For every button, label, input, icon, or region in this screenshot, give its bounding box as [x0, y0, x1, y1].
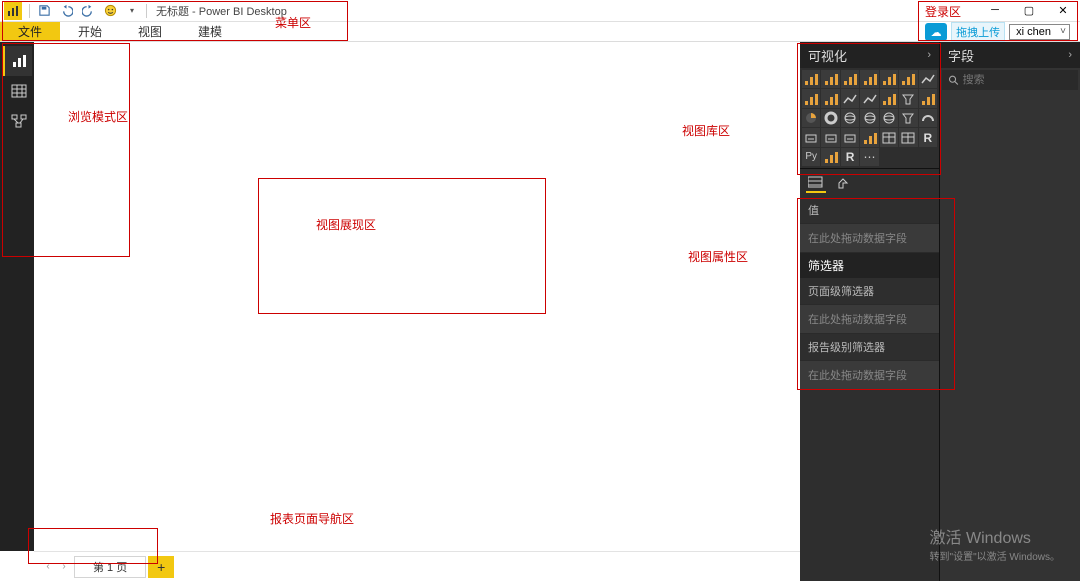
viz-r-visual-icon[interactable]: R [919, 128, 937, 146]
menu-file[interactable]: 文件 [0, 22, 60, 41]
viz-multi-row-card-icon[interactable] [821, 128, 839, 146]
viz-treemap-icon[interactable] [841, 109, 859, 127]
viz-matrix-icon[interactable] [899, 128, 917, 146]
viz-scatter-icon[interactable] [919, 89, 937, 107]
app-icon [4, 2, 22, 20]
viz-100-stacked-bar-icon[interactable] [880, 70, 898, 88]
page-filter-drop-well[interactable]: 在此处拖动数据字段 [800, 304, 939, 334]
page-next-button[interactable]: › [56, 556, 72, 578]
viz-kpi-icon[interactable] [841, 128, 859, 146]
fields-tab-icon[interactable] [806, 173, 826, 193]
viz-stacked-area-icon[interactable] [821, 89, 839, 107]
window-controls: ─ ▢ ✕ [978, 0, 1080, 20]
viz-format-tabs [800, 168, 939, 197]
anno-viewmode-label: 浏览模式区 [68, 108, 128, 125]
fields-header[interactable]: 字段 › [940, 42, 1080, 68]
anno-signin-label: 登录区 [925, 3, 961, 20]
undo-icon[interactable] [55, 1, 77, 21]
page-prev-button[interactable]: ‹ [40, 556, 56, 578]
chevron-right-icon: › [927, 49, 931, 61]
viz-area-icon[interactable] [802, 89, 820, 107]
search-icon [948, 74, 959, 86]
page-tab-1[interactable]: 第 1 页 [74, 556, 146, 578]
signin-area: ☁ 拖拽上传 xi chen [925, 22, 1070, 42]
viz-line-icon[interactable] [919, 70, 937, 88]
viz-waterfall-icon[interactable] [899, 89, 917, 107]
data-view-button[interactable] [2, 76, 32, 106]
menu-home[interactable]: 开始 [60, 22, 120, 41]
viz-table-icon[interactable] [880, 128, 898, 146]
page-tabs: ‹ › 第 1 页 + [34, 551, 800, 581]
anno-canvas-label: 视图展现区 [316, 216, 376, 233]
window-title: 无标题 - Power BI Desktop [156, 3, 287, 19]
close-button[interactable]: ✕ [1046, 0, 1080, 20]
anno-menu-label: 菜单区 [275, 14, 311, 31]
viz-arcgis-icon[interactable] [821, 148, 839, 166]
viz-more-icon[interactable]: ⋯ [860, 148, 878, 166]
viz-clustered-bar-icon[interactable] [841, 70, 859, 88]
viz-line-clustered-column-icon[interactable] [860, 89, 878, 107]
minimize-button[interactable]: ─ [978, 0, 1012, 20]
viz-line-stacked-column-icon[interactable] [841, 89, 859, 107]
viz-slicer-icon[interactable] [860, 128, 878, 146]
format-tab-icon[interactable] [834, 173, 854, 193]
emoji-icon[interactable] [99, 1, 121, 21]
fields-search[interactable] [942, 70, 1078, 90]
viz-gauge-icon[interactable] [919, 109, 937, 127]
report-filter-drop-well[interactable]: 在此处拖动数据字段 [800, 360, 939, 390]
view-mode-rail [0, 42, 34, 551]
menu-view[interactable]: 视图 [120, 22, 180, 41]
fields-title: 字段 [948, 46, 974, 65]
values-drop-well[interactable]: 在此处拖动数据字段 [800, 223, 939, 253]
upload-hint[interactable]: 拖拽上传 [951, 22, 1005, 42]
viz-pie-icon[interactable] [802, 109, 820, 127]
field-wells: 值 在此处拖动数据字段 筛选器 页面级筛选器 在此处拖动数据字段 报告级别筛选器… [800, 197, 939, 390]
save-icon[interactable] [33, 1, 55, 21]
viz-100-stacked-column-icon[interactable] [899, 70, 917, 88]
report-canvas[interactable] [34, 42, 800, 551]
qat-dropdown-icon[interactable]: ▾ [121, 1, 143, 21]
viz-card-icon[interactable] [802, 128, 820, 146]
title-bar: ▾ 无标题 - Power BI Desktop ─ ▢ ✕ [0, 0, 1080, 22]
separator [146, 4, 147, 18]
redo-icon[interactable] [77, 1, 99, 21]
user-dropdown[interactable]: xi chen [1009, 24, 1070, 40]
visualizations-pane: 可视化 › RPyR⋯ 值 在此处拖动数据字段 筛选器 页面级筛选器 在此处拖动… [800, 42, 940, 581]
viz-stacked-bar-icon[interactable] [802, 70, 820, 88]
viz-map-icon[interactable] [860, 109, 878, 127]
add-page-button[interactable]: + [148, 556, 174, 578]
separator [29, 4, 30, 18]
report-view-button[interactable] [2, 46, 32, 76]
viz-r-script-icon[interactable]: R [841, 148, 859, 166]
anno-vizprops-label: 视图属性区 [688, 248, 748, 265]
menu-modeling[interactable]: 建模 [180, 22, 240, 41]
page-filter-label: 页面级筛选器 [800, 278, 939, 304]
right-panes: 可视化 › RPyR⋯ 值 在此处拖动数据字段 筛选器 页面级筛选器 在此处拖动… [800, 42, 1080, 581]
anno-pagetabs-label: 报表页面导航区 [270, 510, 354, 527]
fields-search-input[interactable] [963, 74, 1072, 86]
maximize-button[interactable]: ▢ [1012, 0, 1046, 20]
fields-pane: 字段 › [940, 42, 1080, 581]
filters-header: 筛选器 [800, 253, 939, 278]
visualizations-title: 可视化 [808, 46, 847, 65]
viz-clustered-column-icon[interactable] [860, 70, 878, 88]
values-label: 值 [800, 197, 939, 223]
viz-ribbon-icon[interactable] [880, 89, 898, 107]
menu-bar: 文件 开始 视图 建模 ☁ 拖拽上传 xi chen [0, 22, 1080, 42]
report-filter-label: 报告级别筛选器 [800, 334, 939, 360]
viz-funnel-icon[interactable] [899, 109, 917, 127]
model-view-button[interactable] [2, 106, 32, 136]
viz-donut-icon[interactable] [821, 109, 839, 127]
viz-python-icon[interactable]: Py [802, 148, 820, 166]
anno-vizlib-label: 视图库区 [682, 122, 730, 139]
viz-gallery: RPyR⋯ [800, 68, 939, 168]
chevron-right-icon: › [1068, 49, 1072, 61]
viz-filled-map-icon[interactable] [880, 109, 898, 127]
visualizations-header[interactable]: 可视化 › [800, 42, 939, 68]
cloud-icon[interactable]: ☁ [925, 23, 947, 41]
viz-stacked-column-icon[interactable] [821, 70, 839, 88]
